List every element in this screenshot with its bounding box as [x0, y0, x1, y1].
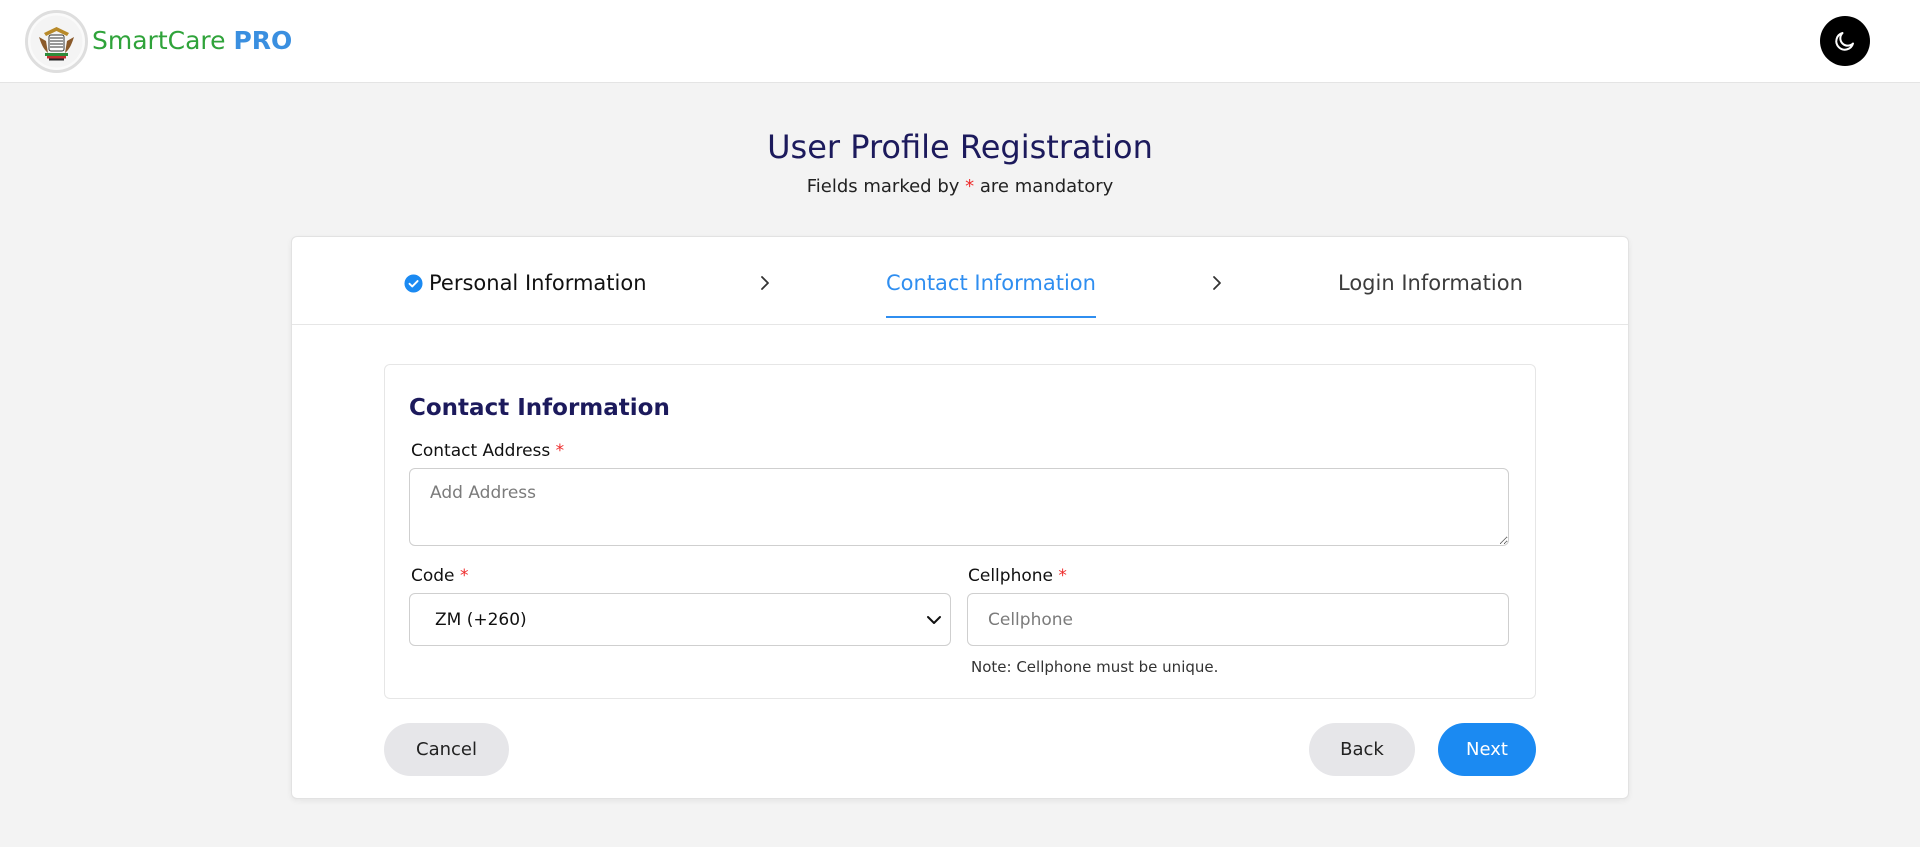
cellphone-label: Cellphone *	[968, 565, 1067, 587]
contact-address-field[interactable]	[409, 468, 1509, 546]
moon-icon	[1835, 32, 1854, 51]
brand-logo-text[interactable]: SmartCare PRO	[92, 24, 292, 58]
contact-address-label: Contact Address *	[411, 440, 564, 462]
subtitle-text-after: are mandatory	[979, 176, 1114, 197]
brand-edition: PRO	[233, 26, 293, 55]
coat-of-arms-icon[interactable]	[25, 10, 88, 73]
required-asterisk: *	[965, 176, 975, 197]
section-title: Contact Information	[409, 395, 670, 421]
step-label: Personal Information	[429, 271, 647, 295]
country-code-select[interactable]: ZM (+260)	[409, 593, 951, 646]
cellphone-input[interactable]	[967, 593, 1509, 646]
brand-name: SmartCare	[92, 26, 226, 55]
contact-address-label-text: Contact Address	[411, 441, 551, 461]
theme-toggle-button[interactable]	[1820, 16, 1870, 66]
chevron-right-icon	[1213, 276, 1221, 290]
cancel-button[interactable]: Cancel	[384, 723, 509, 776]
required-asterisk: *	[459, 566, 469, 586]
contact-information-section: Contact Information Contact Address * Co…	[384, 364, 1536, 699]
check-circle-icon	[404, 273, 423, 293]
cellphone-note: Note: Cellphone must be unique.	[971, 658, 1219, 676]
code-label: Code *	[411, 565, 468, 587]
step-contact-information[interactable]: Contact Information	[886, 265, 1096, 318]
required-asterisk: *	[555, 441, 565, 461]
top-header: SmartCare PRO	[0, 0, 1920, 83]
step-label: Contact Information	[886, 271, 1096, 295]
required-asterisk: *	[1058, 566, 1067, 586]
page-subtitle: Fields marked by * are mandatory	[0, 175, 1920, 199]
step-login-information[interactable]: Login Information	[1338, 265, 1523, 301]
step-label: Login Information	[1338, 271, 1523, 295]
stepper: Personal Information Contact Information…	[292, 237, 1628, 325]
page-title: User Profile Registration	[767, 128, 1153, 166]
step-personal-information[interactable]: Personal Information	[404, 265, 647, 301]
back-button[interactable]: Back	[1309, 723, 1415, 776]
registration-card: Personal Information Contact Information…	[291, 236, 1629, 799]
code-label-text: Code	[411, 566, 455, 586]
subtitle-text-before: Fields marked by	[806, 176, 960, 197]
country-code-value: ZM (+260)	[435, 610, 527, 630]
chevron-down-icon	[927, 616, 941, 624]
cellphone-label-text: Cellphone	[968, 566, 1053, 586]
next-button[interactable]: Next	[1438, 723, 1536, 776]
chevron-right-icon	[761, 276, 769, 290]
